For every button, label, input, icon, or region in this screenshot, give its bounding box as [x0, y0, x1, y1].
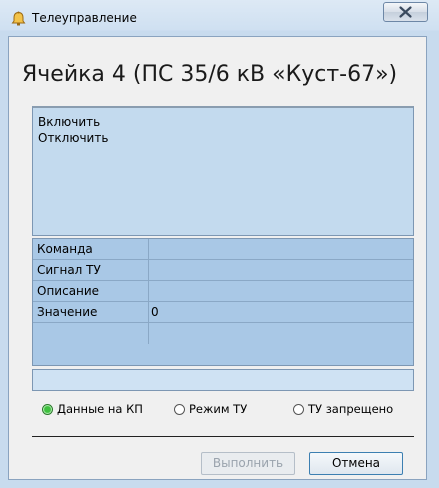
property-key: Сигнал ТУ — [37, 263, 101, 277]
command-item-disable[interactable]: Отключить — [38, 131, 108, 145]
property-row: Значение 0 — [33, 302, 413, 323]
radio-label: ТУ запрещено — [308, 402, 394, 416]
bell-icon — [11, 11, 26, 27]
command-item-enable[interactable]: Включить — [38, 115, 100, 129]
radio-label: Режим ТУ — [189, 402, 248, 416]
properties-grid: Команда Сигнал ТУ Описание Значение 0 — [32, 238, 414, 366]
window-title: Телеуправление — [32, 11, 137, 25]
property-value: 0 — [151, 305, 159, 319]
property-key: Команда — [37, 242, 93, 256]
value-input[interactable] — [32, 369, 414, 391]
close-icon — [399, 6, 412, 18]
radio-unselected-icon — [293, 404, 304, 415]
property-key: Описание — [37, 284, 100, 298]
radio-selected-icon — [42, 404, 53, 415]
divider — [32, 436, 414, 437]
property-row: Сигнал ТУ — [33, 260, 413, 281]
execute-button[interactable]: Выполнить — [201, 452, 295, 475]
radio-unselected-icon — [174, 404, 185, 415]
command-list[interactable]: Включить Отключить — [32, 106, 414, 236]
property-key: Значение — [37, 305, 98, 319]
close-button[interactable] — [383, 2, 428, 22]
page-title: Ячейка 4 (ПС 35/6 кВ «Куст-67») — [22, 62, 398, 87]
title-bar[interactable]: Телеуправление — [0, 0, 439, 36]
radio-label: Данные на КП — [57, 402, 143, 416]
cancel-button[interactable]: Отмена — [309, 452, 403, 475]
property-row: Описание — [33, 281, 413, 302]
property-row: Команда — [33, 239, 413, 260]
telecontrol-window: Телеуправление Ячейка 4 (ПС 35/6 кВ «Кус… — [0, 0, 439, 488]
